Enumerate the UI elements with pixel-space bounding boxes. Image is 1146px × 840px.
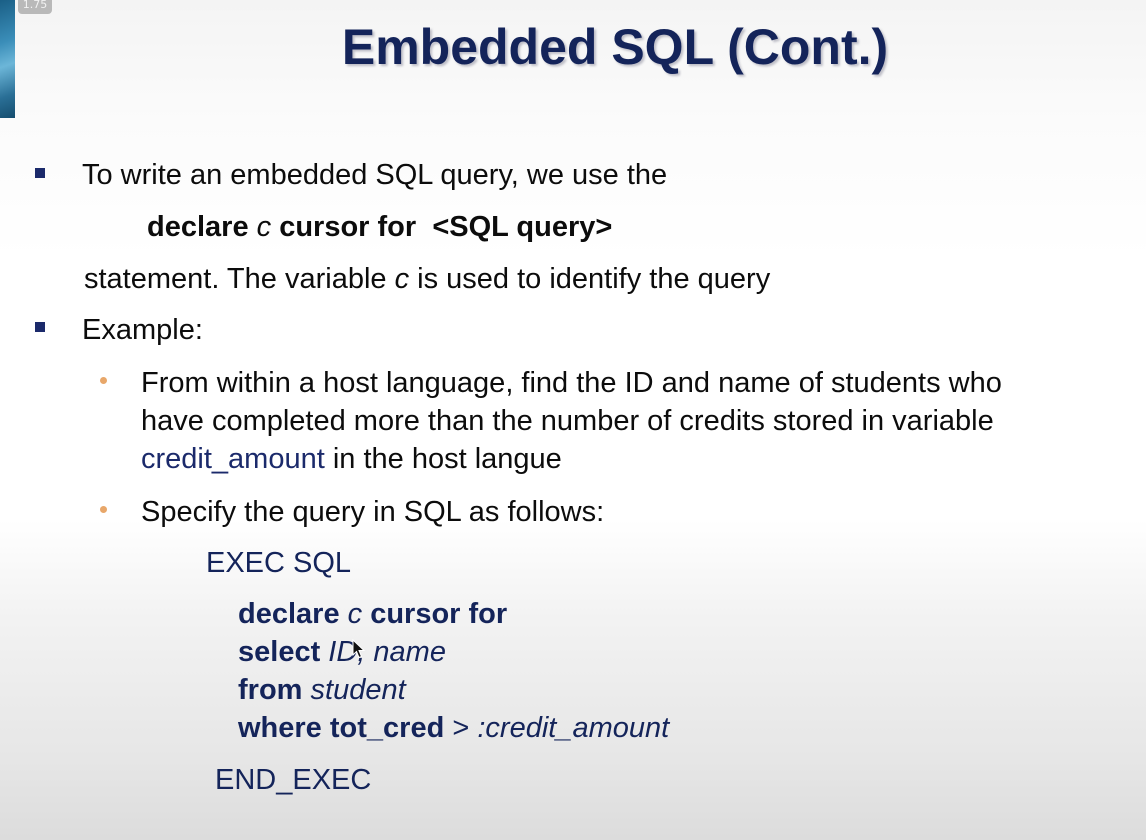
stmt-sql-query: <SQL query>	[432, 211, 613, 243]
code-line-declare: declare c cursor for	[238, 596, 507, 632]
sub2-text: Specify the query in SQL as follows:	[141, 496, 605, 528]
playback-speed-badge: 1.75	[18, 0, 52, 14]
code-kw-where: where tot_cred	[238, 712, 445, 744]
continuation-var-c: c	[394, 263, 410, 295]
stmt-keyword-declare: declare	[147, 211, 249, 243]
continuation-part-b: is used to identify the query	[417, 263, 771, 295]
code-end-exec: END_EXEC	[215, 764, 372, 796]
code-kw-cursor-for: cursor for	[370, 598, 508, 630]
code-var-c: c	[347, 598, 363, 630]
slide-title: Embedded SQL (Cont.)	[341, 19, 889, 75]
bullet2-text: Example:	[82, 314, 203, 346]
bullet1-continuation: statement. The variable c is used to ide…	[84, 261, 770, 297]
code-from-table: student	[310, 674, 406, 706]
sub-bullet-dot-icon	[100, 377, 107, 384]
code-exec-sql: EXEC SQL	[206, 547, 352, 579]
bullet-square-icon	[35, 168, 45, 178]
credit-amount-variable: credit_amount	[141, 443, 325, 475]
sub1-line3-rest: in the host langue	[332, 443, 562, 475]
stmt-keyword-cursor-for: cursor for	[279, 211, 417, 243]
bullet-square-icon	[35, 322, 45, 332]
code-line-where: where tot_cred > :credit_amount	[238, 710, 669, 746]
sub-bullet-dot-icon	[100, 506, 107, 513]
sub1-line2: have completed more than the number of c…	[141, 405, 994, 437]
code-kw-declare: declare	[238, 598, 340, 630]
bullet1-text: To write an embedded SQL query, we use t…	[82, 159, 668, 191]
sub1-line1: From within a host language, find the ID…	[141, 367, 1002, 399]
stmt-var-c: c	[256, 211, 272, 243]
code-where-value: :credit_amount	[477, 712, 670, 744]
code-select-columns: ID, name	[328, 636, 446, 668]
code-operator: >	[452, 712, 470, 744]
code-line-from: from student	[238, 672, 406, 708]
mouse-pointer-icon	[352, 639, 366, 659]
continuation-part-a: statement. The variable	[84, 263, 387, 295]
code-line-select: select ID, name	[238, 634, 446, 670]
code-kw-from: from	[238, 674, 303, 706]
declare-statement: declare c cursor for <SQL query>	[147, 209, 612, 245]
sub1-line3: credit_amount in the host langue	[141, 441, 562, 477]
code-kw-select: select	[238, 636, 321, 668]
